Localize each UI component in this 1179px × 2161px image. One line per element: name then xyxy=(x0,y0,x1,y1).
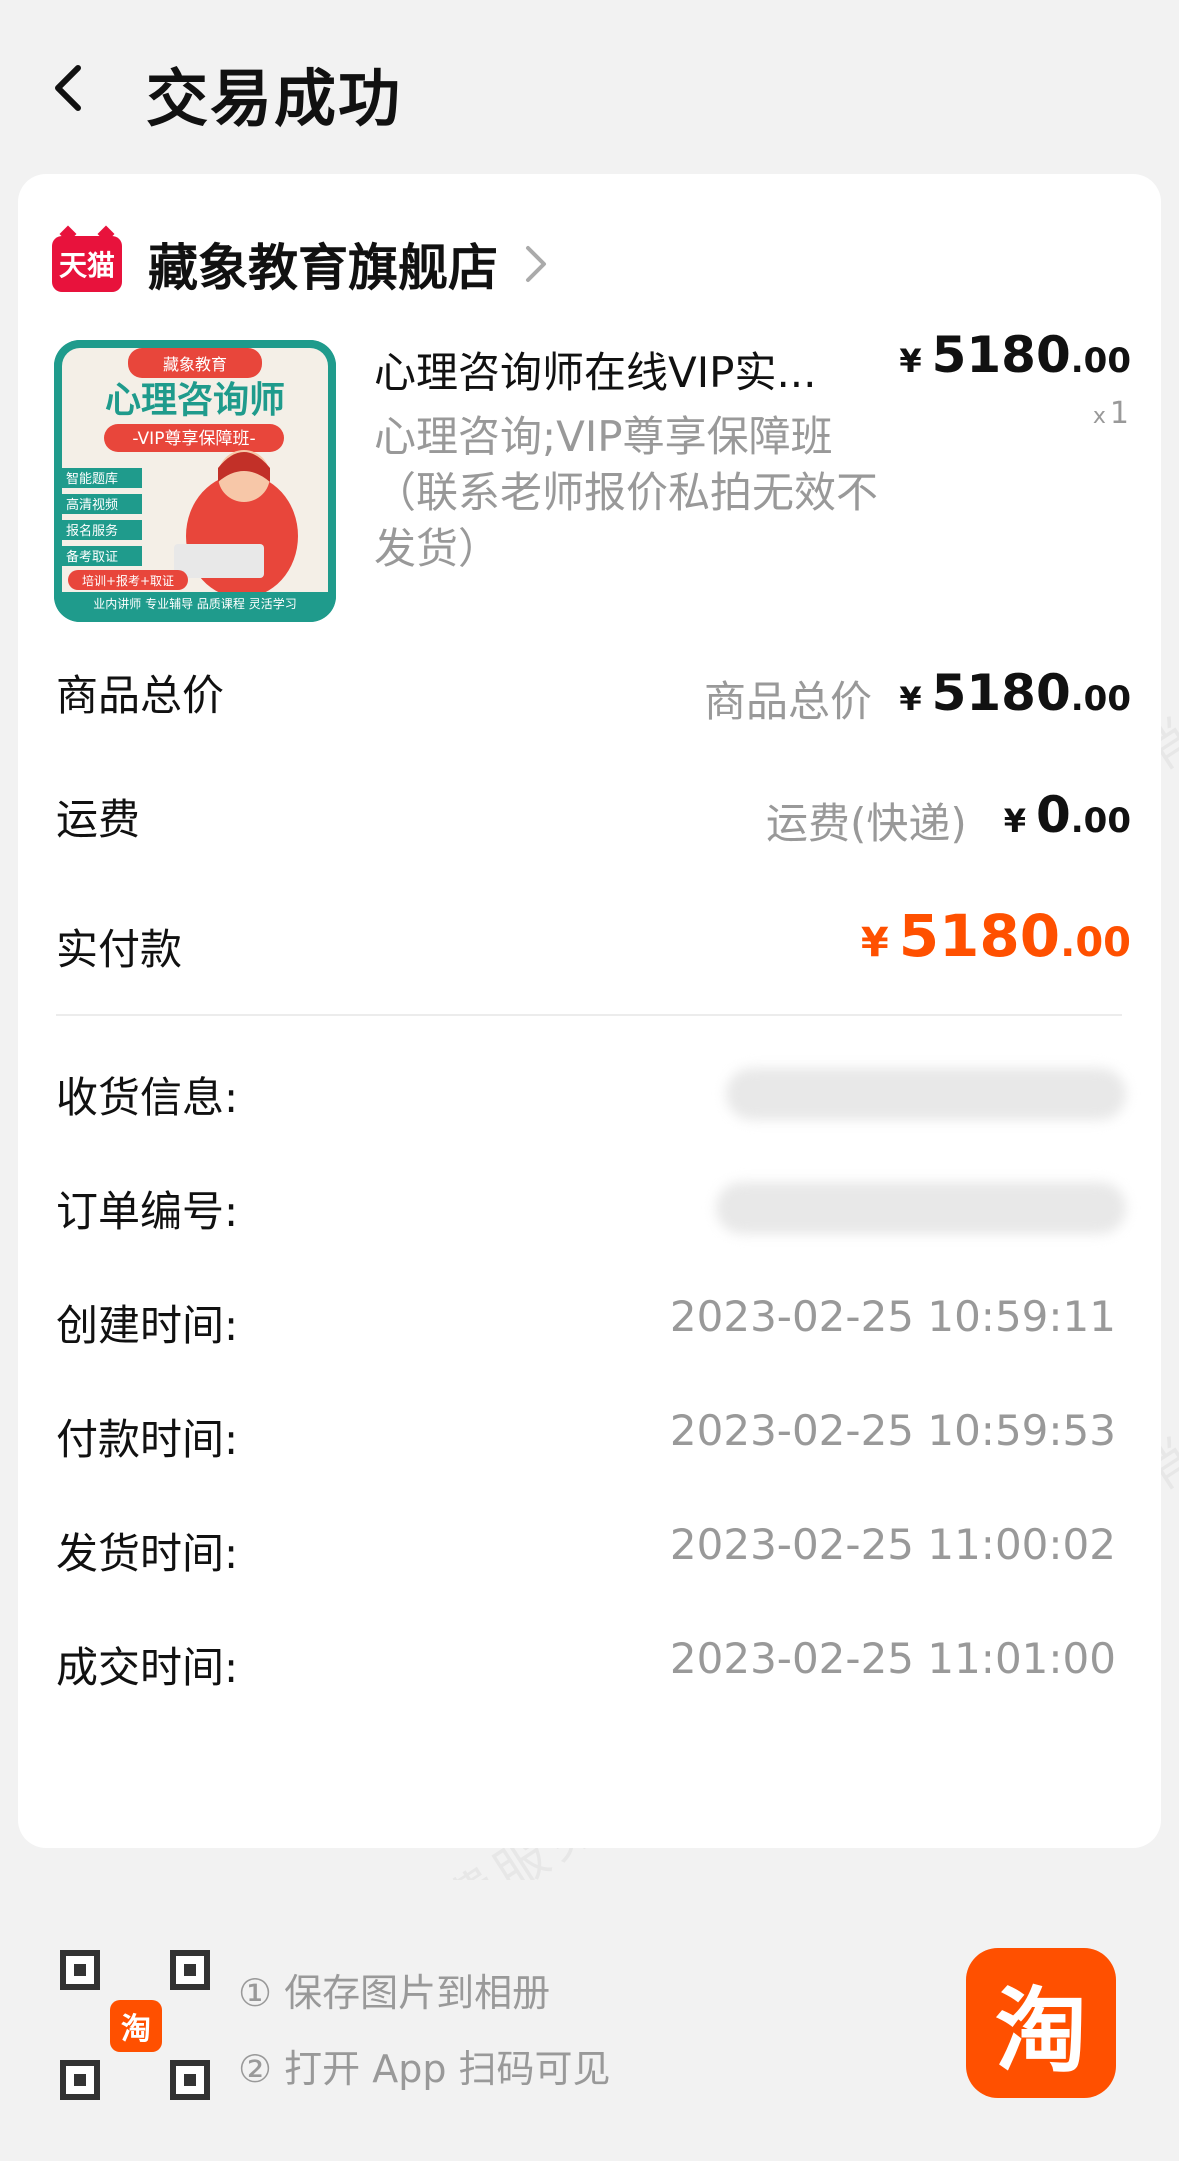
price-decimal: .00 xyxy=(1070,679,1131,719)
qr-corner xyxy=(170,1950,210,1990)
svg-text:-VIP尊享保障班-: -VIP尊享保障班- xyxy=(132,429,255,449)
price-decimal: .00 xyxy=(1070,801,1131,841)
chevron-right-icon xyxy=(526,246,546,282)
price-decimal: .00 xyxy=(1070,341,1131,381)
step-open-app: ② 打开 App 扫码可见 xyxy=(238,2047,611,2091)
qr-corner xyxy=(60,2060,100,2100)
price-integer: 5180 xyxy=(931,664,1071,722)
chevron-left-icon xyxy=(55,65,81,111)
qr-corner xyxy=(60,1950,100,1990)
qr-code: 淘 xyxy=(60,1950,210,2100)
price-integer: 0 xyxy=(1035,786,1071,844)
shipped-time-value: 2023-02-25 11:00:02 xyxy=(669,1520,1116,1569)
qr-corner xyxy=(170,2060,210,2100)
back-button[interactable] xyxy=(48,62,88,114)
shipped-time-label: 发货时间: xyxy=(56,1529,239,1578)
tmall-logo: 天猫 xyxy=(52,236,122,292)
order-number-value-redacted xyxy=(716,1182,1126,1234)
shipping-fee-label: 运费 xyxy=(56,795,141,844)
currency-symbol: ¥ xyxy=(860,920,889,966)
amount-paid-label: 实付款 xyxy=(56,925,183,974)
svg-text:报名服务: 报名服务 xyxy=(66,523,118,539)
completed-time-value: 2023-02-25 11:01:00 xyxy=(669,1634,1116,1683)
completed-time-label: 成交时间: xyxy=(56,1643,239,1692)
goods-total-price: ¥ 5180 .00 xyxy=(899,664,1131,722)
product-thumbnail[interactable]: 藏象教育 心理咨询师 -VIP尊享保障班- 智能题库 高清视频 报名服务 备考取… xyxy=(54,340,336,622)
payment-time-label: 付款时间: xyxy=(56,1415,239,1464)
product-price: ¥ 5180 .00 xyxy=(899,326,1131,384)
store-name: 藏象教育旗舰店 xyxy=(148,239,498,297)
divider xyxy=(56,1014,1122,1016)
order-card: 天猫 藏象教育旗舰店 藏象教育 心理咨询师 -VIP尊享保障班- 智能题库 高清… xyxy=(18,174,1161,1848)
quantity: x1 xyxy=(1093,396,1129,431)
svg-text:智能题库: 智能题库 xyxy=(66,471,118,487)
currency-symbol: ¥ xyxy=(899,680,922,718)
svg-text:高清视频: 高清视频 xyxy=(66,497,118,513)
shipping-info-label: 收货信息: xyxy=(56,1073,239,1122)
product-title[interactable]: 心理咨询师在线VIP实... xyxy=(374,339,884,400)
footer: 淘 ① 保存图片到相册 ② 打开 App 扫码可见 淘 xyxy=(0,1880,1179,2161)
order-number-label: 订单编号: xyxy=(56,1187,239,1236)
amount-paid-price: ¥ 5180 .00 xyxy=(861,902,1131,970)
quantity-value: 1 xyxy=(1109,396,1129,431)
svg-text:备考取证: 备考取证 xyxy=(66,549,118,565)
shipping-fee-sublabel: 运费(快递) xyxy=(766,799,967,848)
taobao-logo-icon: 淘 xyxy=(110,2000,162,2052)
currency-symbol: ¥ xyxy=(1003,802,1026,840)
taobao-app-icon[interactable]: 淘 xyxy=(966,1948,1116,2098)
goods-total-label: 商品总价 xyxy=(56,671,225,720)
created-time-value: 2023-02-25 10:59:11 xyxy=(669,1292,1116,1341)
page-title: 交易成功 xyxy=(146,62,403,135)
price-decimal: .00 xyxy=(1060,920,1131,966)
store-link[interactable]: 天猫 藏象教育旗舰店 xyxy=(52,224,548,304)
price-integer: 5180 xyxy=(898,902,1061,970)
product-spec: 心理咨询;VIP尊享保障班（联系老师报价私拍无效不发货） xyxy=(374,412,879,573)
currency-symbol: ¥ xyxy=(899,342,922,380)
payment-time-value: 2023-02-25 10:59:53 xyxy=(669,1406,1116,1455)
shipping-fee-price: ¥ 0 .00 xyxy=(1004,786,1131,844)
price-integer: 5180 xyxy=(931,326,1071,384)
navigation-bar: 交易成功 xyxy=(0,0,1179,170)
created-time-label: 创建时间: xyxy=(56,1301,239,1350)
step-save-image: ① 保存图片到相册 xyxy=(238,1971,551,2015)
svg-text:心理咨询师: 心理咨询师 xyxy=(105,380,285,421)
goods-total-sublabel: 商品总价 xyxy=(704,677,873,726)
shipping-info-value-redacted xyxy=(726,1068,1126,1120)
svg-text:业内讲师 专业辅导 品质课程 灵活学习: 业内讲师 专业辅导 品质课程 灵活学习 xyxy=(93,596,296,611)
svg-text:藏象教育: 藏象教育 xyxy=(163,355,227,374)
product-thumbnail-art: 藏象教育 心理咨询师 -VIP尊享保障班- 智能题库 高清视频 报名服务 备考取… xyxy=(54,340,336,622)
svg-text:培训+报考+取证: 培训+报考+取证 xyxy=(82,573,174,588)
quantity-prefix: x xyxy=(1092,404,1106,429)
